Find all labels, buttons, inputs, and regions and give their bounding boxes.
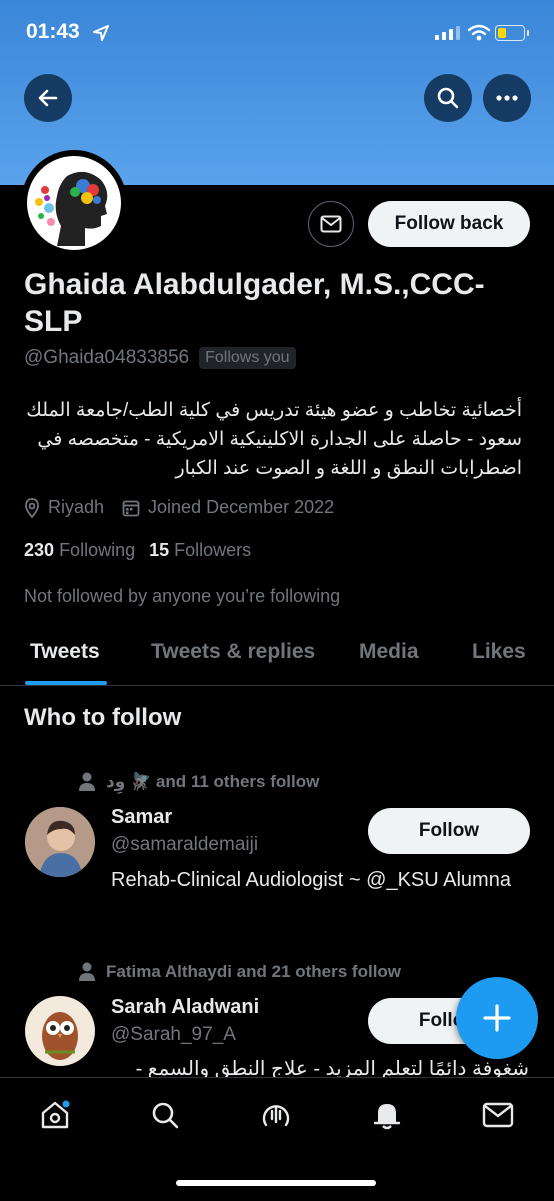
following-link[interactable]: 230 Following bbox=[24, 540, 135, 561]
search-icon bbox=[152, 1102, 179, 1129]
user-handle: @samaraldemaiji bbox=[111, 834, 259, 855]
plus-icon bbox=[483, 1004, 511, 1032]
person-icon bbox=[79, 772, 95, 791]
not-followed-note: Not followed by anyone you’re following bbox=[24, 586, 341, 606]
spaces-icon bbox=[262, 1105, 290, 1127]
location-item: Riyadh bbox=[24, 497, 104, 518]
more-icon bbox=[496, 95, 518, 101]
who-to-follow-title: Who to follow bbox=[24, 704, 182, 731]
social-context: Fatima Althaydi and 21 others follow bbox=[78, 962, 401, 982]
following-count: 230 bbox=[24, 540, 55, 560]
message-button[interactable] bbox=[308, 201, 354, 247]
followers-link[interactable]: 15 Followers bbox=[149, 540, 251, 561]
bell-icon bbox=[373, 1104, 401, 1130]
tab-tweets-replies[interactable]: Tweets & replies bbox=[151, 640, 315, 664]
user-name[interactable]: Sarah Aladwani bbox=[111, 996, 259, 1019]
home-icon bbox=[41, 1100, 70, 1129]
followers-label: Followers bbox=[174, 540, 252, 560]
joined-item: Joined December 2022 bbox=[122, 497, 334, 518]
battery-icon bbox=[495, 25, 529, 41]
status-time: 01:43 bbox=[26, 20, 80, 43]
home-indicator bbox=[176, 1180, 376, 1186]
location-pin-icon bbox=[25, 497, 39, 518]
profile-name: Ghaida Alabdulgader, M.S.,CCC-SLP bbox=[24, 268, 485, 338]
active-tab-indicator bbox=[25, 681, 107, 685]
following-label: Following bbox=[59, 540, 136, 560]
social-context-text: Fatima Althaydi and 21 others follow bbox=[106, 962, 402, 981]
follows-you-badge: Follows you bbox=[199, 347, 296, 369]
joined-text: Joined December 2022 bbox=[148, 497, 335, 517]
tab-tweets[interactable]: Tweets bbox=[30, 640, 100, 664]
social-context-text: ‏وِد 🪰 and 11 others follow bbox=[106, 772, 320, 791]
home-tab[interactable] bbox=[38, 1098, 72, 1132]
explore-tab[interactable] bbox=[148, 1098, 182, 1132]
user-avatar[interactable] bbox=[25, 996, 95, 1066]
user-name[interactable]: Samar bbox=[111, 806, 172, 829]
person-icon bbox=[79, 962, 95, 981]
profile-handle: @Ghaida04833856 bbox=[24, 347, 190, 368]
tab-likes[interactable]: Likes bbox=[472, 640, 526, 664]
profile-tabs: Tweets Tweets & replies Media Likes bbox=[0, 630, 554, 686]
handle-row: @Ghaida04833856 Follows you bbox=[24, 347, 296, 369]
compose-tweet-button[interactable] bbox=[456, 977, 538, 1059]
mail-icon bbox=[320, 215, 342, 233]
follow-button[interactable]: Follow bbox=[368, 808, 530, 854]
user-bio: Rehab-Clinical Audiologist ~ @_KSU Alumn… bbox=[111, 869, 511, 891]
user-handle: @Sarah_97_A bbox=[111, 1024, 236, 1045]
status-bar: 01:43 bbox=[0, 0, 554, 70]
profile-meta: Riyadh Joined December 2022 bbox=[24, 497, 334, 518]
signal-icon bbox=[435, 26, 460, 40]
more-options-button[interactable] bbox=[483, 74, 531, 122]
search-icon bbox=[437, 87, 459, 109]
search-button[interactable] bbox=[424, 74, 472, 122]
child-photo-avatar bbox=[25, 807, 95, 877]
mail-icon bbox=[482, 1102, 514, 1128]
social-context: ‏وِد 🪰 and 11 others follow bbox=[78, 772, 319, 792]
location-text: Riyadh bbox=[48, 497, 105, 517]
messages-tab[interactable] bbox=[481, 1098, 515, 1132]
profile-avatar[interactable] bbox=[21, 150, 127, 256]
tab-media[interactable]: Media bbox=[359, 640, 419, 664]
spaces-tab[interactable] bbox=[259, 1098, 293, 1132]
follow-counts: 230 Following 15 Followers bbox=[24, 540, 251, 561]
followers-count: 15 bbox=[149, 540, 170, 560]
back-button[interactable] bbox=[24, 74, 72, 122]
wifi-icon bbox=[468, 24, 490, 41]
owl-avatar bbox=[25, 996, 95, 1066]
profile-bio: أخصائية تخاطب و عضو هيئة تدريس في كلية ا… bbox=[26, 400, 522, 479]
notifications-tab[interactable] bbox=[370, 1098, 404, 1132]
calendar-icon bbox=[122, 500, 140, 516]
follow-back-button[interactable]: Follow back bbox=[368, 201, 530, 247]
location-arrow-icon bbox=[93, 25, 109, 41]
head-silhouette-logo bbox=[35, 171, 108, 246]
user-avatar[interactable] bbox=[25, 807, 95, 877]
back-arrow-icon bbox=[38, 89, 58, 107]
